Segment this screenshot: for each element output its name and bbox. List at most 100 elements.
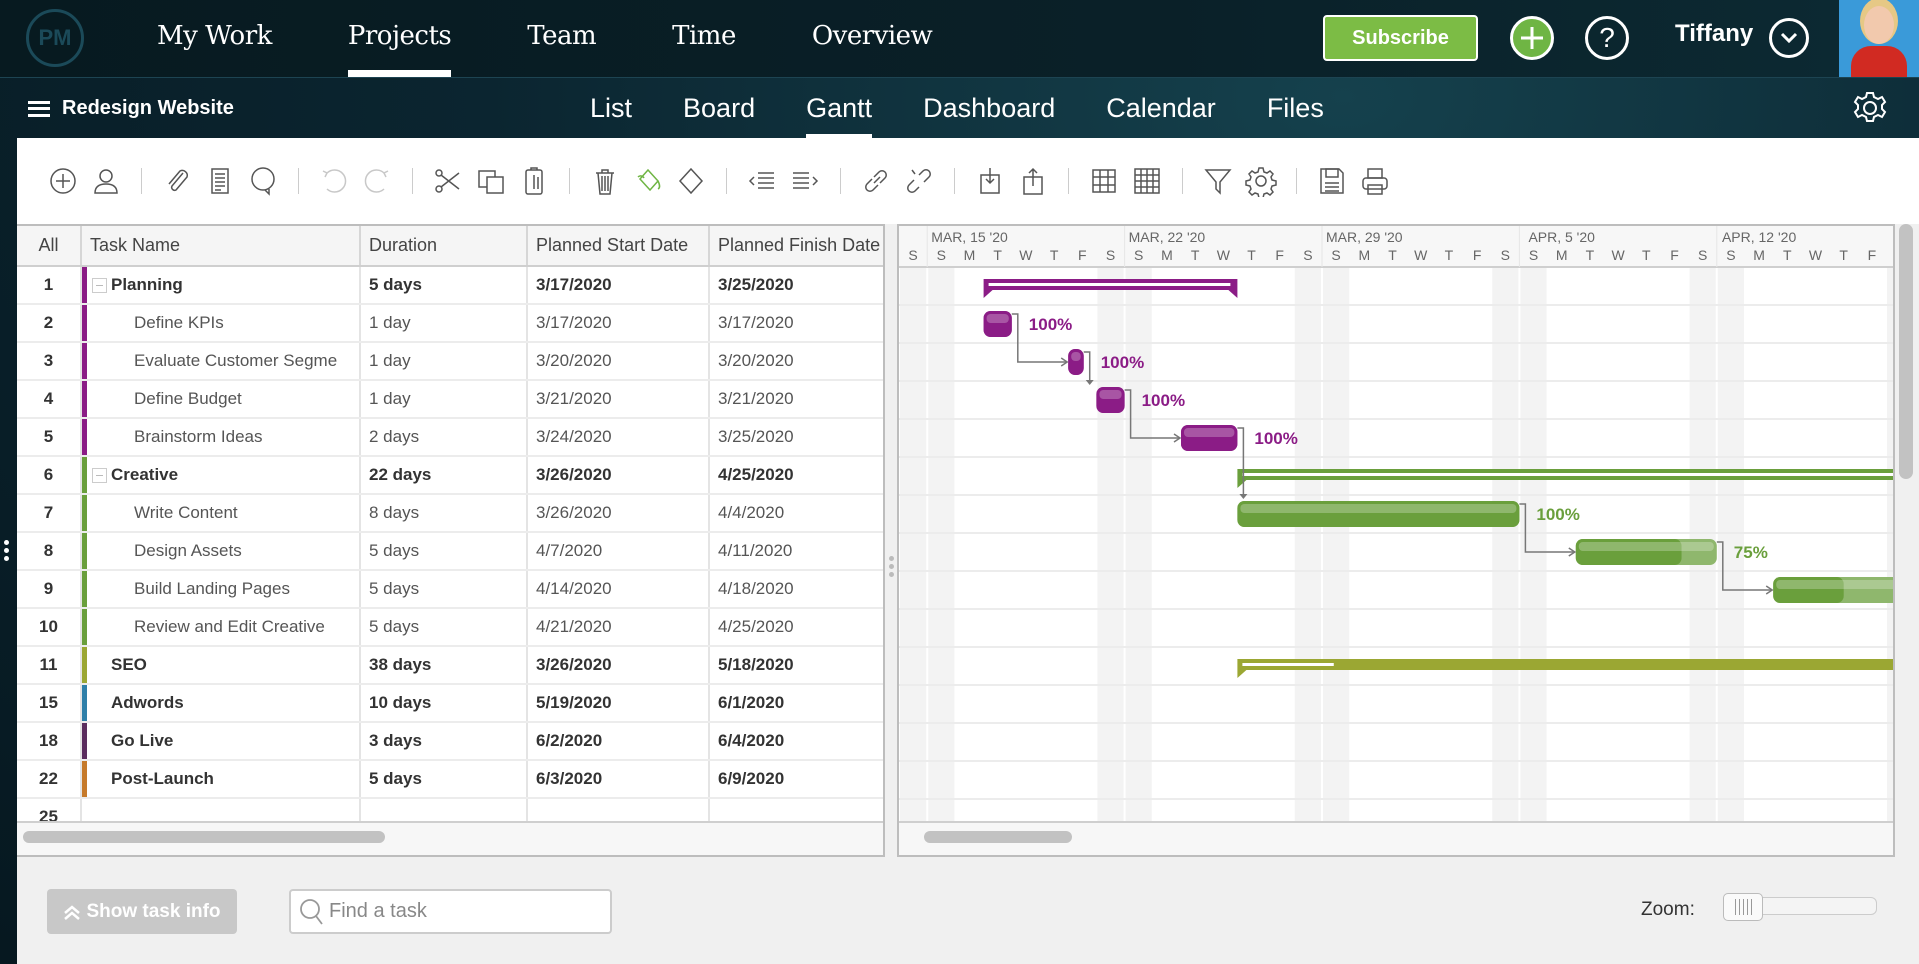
table-row[interactable]: 2 Define KPIs 1 day 3/17/2020 3/17/2020 [17,305,883,343]
export-button[interactable] [1015,163,1051,199]
tab-calendar[interactable]: Calendar [1106,78,1216,139]
finish-date-cell[interactable]: 4/25/2020 [710,457,883,493]
table-row[interactable]: 11 SEO 38 days 3/26/2020 5/18/2020 [17,647,883,685]
user-name[interactable]: Tiffany [1675,20,1753,48]
add-task-button[interactable] [45,163,81,199]
start-date-cell[interactable]: 3/17/2020 [528,267,710,303]
nav-my-work[interactable]: My Work [157,0,272,77]
tab-gantt[interactable]: Gantt [806,78,873,139]
finish-date-cell[interactable]: 4/18/2020 [710,571,883,607]
help-button[interactable]: ? [1585,16,1629,60]
duration-cell[interactable]: 5 days [361,609,528,645]
project-menu[interactable]: Redesign Website [28,78,234,139]
vertical-scroll-thumb[interactable] [1899,224,1913,479]
task-name-cell[interactable]: Planning [82,267,361,303]
task-name-cell[interactable]: Go Live [82,723,361,759]
dependency-link[interactable] [1237,427,1245,498]
user-avatar[interactable] [1839,0,1919,77]
paste-button[interactable] [516,163,552,199]
task-name-cell[interactable]: Define Budget [82,381,361,417]
duration-cell[interactable]: 10 days [361,685,528,721]
duration-cell[interactable]: 1 day [361,381,528,417]
table-row[interactable]: 1 Planning 5 days 3/17/2020 3/25/2020 [17,267,883,305]
task-name-cell[interactable]: Design Assets [82,533,361,569]
task-name-cell[interactable]: Write Content [82,495,361,531]
start-date-cell[interactable]: 3/24/2020 [528,419,710,455]
tab-dashboard[interactable]: Dashboard [923,78,1055,139]
settings-button[interactable] [1243,163,1279,199]
duration-cell[interactable]: 3 days [361,723,528,759]
tab-board[interactable]: Board [683,78,755,139]
outdent-button[interactable] [744,163,780,199]
side-drag-handle[interactable] [4,540,9,564]
start-date-cell[interactable]: 3/26/2020 [528,457,710,493]
show-task-info-button[interactable]: Show task info [47,889,237,934]
grid-button[interactable] [1129,163,1165,199]
nav-overview[interactable]: Overview [812,0,933,77]
table-row[interactable]: 7 Write Content 8 days 3/26/2020 4/4/2020 [17,495,883,533]
project-settings-gear-icon[interactable] [1852,90,1888,126]
column-header-all[interactable]: All [17,226,82,265]
dependency-link[interactable] [1083,351,1091,384]
start-date-cell[interactable]: 5/19/2020 [528,685,710,721]
duration-cell[interactable]: 1 day [361,305,528,341]
table-row[interactable]: 5 Brainstorm Ideas 2 days 3/24/2020 3/25/202… [17,419,883,457]
finish-date-cell[interactable]: 6/4/2020 [710,723,883,759]
table-row[interactable]: 4 Define Budget 1 day 3/21/2020 3/21/2020 [17,381,883,419]
find-task-input[interactable] [329,900,599,923]
start-date-cell[interactable]: 4/14/2020 [528,571,710,607]
finish-date-cell[interactable]: 3/20/2020 [710,343,883,379]
task-name-cell[interactable]: Evaluate Customer Segme [82,343,361,379]
milestone-button[interactable] [673,163,709,199]
logo[interactable]: PM [26,9,84,67]
start-date-cell[interactable]: 3/26/2020 [528,495,710,531]
zoom-slider-thumb[interactable] [1723,893,1763,921]
duration-cell[interactable]: 5 days [361,533,528,569]
comment-button[interactable] [245,163,281,199]
tab-list[interactable]: List [590,78,632,139]
finish-date-cell[interactable]: 4/4/2020 [710,495,883,531]
print-button[interactable] [1357,163,1393,199]
duration-cell[interactable]: 38 days [361,647,528,683]
nav-team[interactable]: Team [527,0,596,77]
duration-cell[interactable]: 8 days [361,495,528,531]
table-row[interactable]: 6 Creative 22 days 3/26/2020 4/25/2020 [17,457,883,495]
filter-button[interactable] [1200,163,1236,199]
start-date-cell[interactable]: 3/21/2020 [528,381,710,417]
start-date-cell[interactable]: 6/2/2020 [528,723,710,759]
finish-date-cell[interactable]: 4/25/2020 [710,609,883,645]
cut-button[interactable] [430,163,466,199]
columns-button[interactable] [1086,163,1122,199]
table-row[interactable]: 9 Build Landing Pages 5 days 4/14/2020 4/18/… [17,571,883,609]
task-name-cell[interactable]: Post-Launch [82,761,361,797]
copy-button[interactable] [473,163,509,199]
task-name-cell[interactable]: Define KPIs [82,305,361,341]
import-button[interactable] [972,163,1008,199]
finish-date-cell[interactable]: 6/9/2020 [710,761,883,797]
finish-date-cell[interactable]: 4/11/2020 [710,533,883,569]
grid-scroll-thumb[interactable] [23,831,385,843]
start-date-cell[interactable]: 4/21/2020 [528,609,710,645]
gantt-vertical-scrollbar[interactable] [1895,224,1919,857]
finish-date-cell[interactable]: 3/21/2020 [710,381,883,417]
link-button[interactable] [858,163,894,199]
column-header-duration[interactable]: Duration [361,226,528,265]
task-name-cell[interactable]: Review and Edit Creative [82,609,361,645]
collapse-icon[interactable] [92,277,107,293]
collapse-icon[interactable] [92,467,107,483]
zoom-slider[interactable] [1723,893,1877,921]
column-header-planned-finish-date[interactable]: Planned Finish Date [710,226,883,265]
finish-date-cell[interactable]: 3/25/2020 [710,267,883,303]
undo-button[interactable] [316,163,352,199]
start-date-cell[interactable]: 3/26/2020 [528,647,710,683]
duration-cell[interactable]: 5 days [361,267,528,303]
attachment-button[interactable] [159,163,195,199]
start-date-cell[interactable]: 3/20/2020 [528,343,710,379]
task-name-cell[interactable]: Brainstorm Ideas [82,419,361,455]
summary-bar[interactable] [1237,659,1895,670]
column-header-planned-start-date[interactable]: Planned Start Date [528,226,710,265]
duration-cell[interactable]: 22 days [361,457,528,493]
add-button[interactable] [1510,16,1554,60]
table-row[interactable]: 3 Evaluate Customer Segme 1 day 3/20/2020 3/… [17,343,883,381]
unlink-button[interactable] [901,163,937,199]
